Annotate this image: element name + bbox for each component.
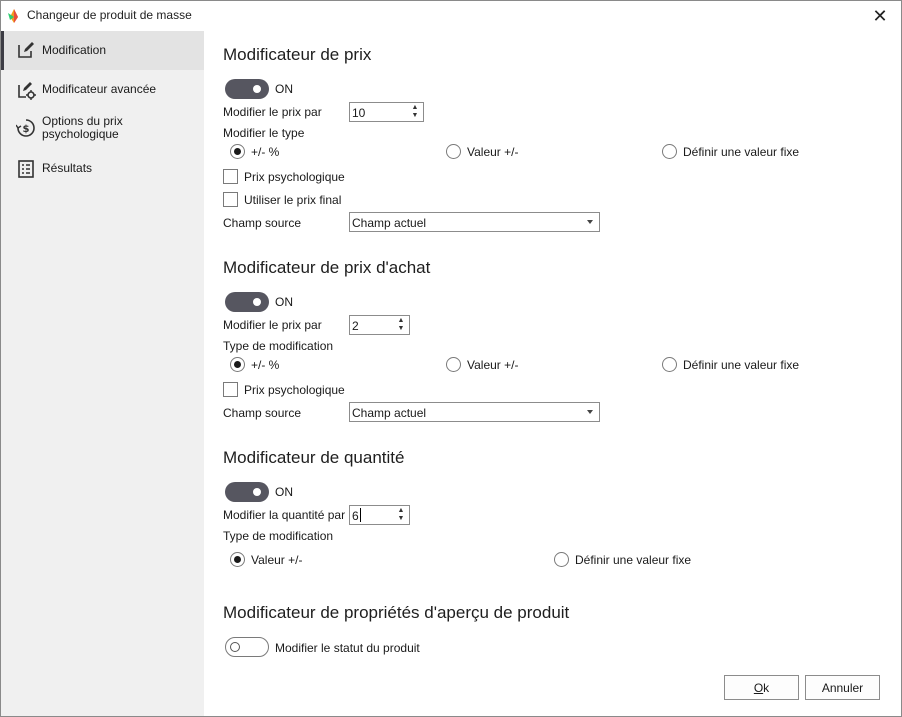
results-icon: [18, 160, 34, 178]
purchase-modify-by-label: Modifier le prix par: [223, 318, 322, 332]
price-modify-by-stepper[interactable]: 10 ▲ ▼: [349, 102, 424, 122]
sidebar-item-advanced-modifier[interactable]: Modificateur avancée: [1, 75, 204, 103]
sidebar: Modification Modificateur avancée $ Opti…: [1, 31, 204, 716]
quantity-toggle[interactable]: [225, 482, 269, 502]
checkbox-label: Prix psychologique: [244, 169, 345, 184]
price-modify-by-label: Modifier le prix par: [223, 105, 322, 119]
price-radio-percent[interactable]: +/- %: [230, 144, 279, 159]
price-radio-fixed[interactable]: Définir une valeur fixe: [662, 144, 799, 159]
radio-label: Définir une valeur fixe: [683, 144, 800, 159]
close-button[interactable]: ✕: [865, 4, 895, 28]
radio-label: Valeur +/-: [467, 144, 519, 159]
advanced-edit-icon: [18, 82, 36, 100]
price-toggle-label: ON: [275, 82, 293, 96]
quantity-type-label: Type de modification: [223, 529, 334, 543]
svg-text:$: $: [23, 124, 30, 135]
title-bar: Changeur de produit de masse ✕: [1, 1, 901, 31]
purchase-radio-fixed[interactable]: Définir une valeur fixe: [662, 357, 799, 372]
section-title-price: Modificateur de prix: [223, 45, 372, 64]
window-title: Changeur de produit de masse: [27, 8, 192, 22]
section-title-quantity: Modificateur de quantité: [223, 448, 405, 467]
toggle-knob: [253, 488, 261, 496]
product-status-toggle-label: Modifier le statut du produit: [275, 641, 420, 655]
purchase-source-label: Champ source: [223, 406, 302, 420]
quantity-modify-by-stepper[interactable]: 6 ▲ ▼: [349, 505, 410, 525]
sidebar-item-label: Modification: [42, 43, 107, 57]
select-value: Champ actuel: [352, 216, 427, 230]
purchase-psych-checkbox[interactable]: Prix psychologique: [223, 382, 345, 397]
chevron-down-icon: [587, 220, 593, 224]
toggle-knob: [230, 642, 240, 652]
toggle-knob: [253, 85, 261, 93]
purchase-radio-value[interactable]: Valeur +/-: [446, 357, 518, 372]
sidebar-item-label: Résultats: [42, 161, 93, 175]
ok-mnemonic: O: [753, 680, 764, 695]
price-type-label: Modifier le type: [223, 126, 305, 140]
toggle-knob: [253, 298, 261, 306]
price-toggle[interactable]: [225, 79, 269, 99]
stepper-value: 2: [352, 319, 359, 333]
section-title-preview: Modificateur de propriétés d'aperçu de p…: [223, 603, 570, 622]
price-options-icon: $: [16, 119, 35, 137]
sidebar-item-modification[interactable]: Modification: [1, 31, 204, 70]
sidebar-item-label: Options du prix psychologique: [42, 114, 123, 141]
stepper-value: 6: [352, 509, 359, 523]
stepper-arrows[interactable]: ▲ ▼: [395, 317, 407, 333]
quantity-radio-fixed[interactable]: Définir une valeur fixe: [554, 552, 691, 567]
price-radio-value[interactable]: Valeur +/-: [446, 144, 518, 159]
sidebar-item-label: Modificateur avancée: [42, 82, 157, 96]
cancel-button[interactable]: Annuler: [805, 675, 880, 700]
product-status-toggle[interactable]: [225, 637, 269, 657]
radio-label: Valeur +/-: [467, 357, 519, 372]
purchase-radio-percent[interactable]: +/- %: [230, 357, 279, 372]
purchase-toggle-label: ON: [275, 295, 293, 309]
radio-label: +/- %: [251, 357, 280, 372]
quantity-modify-by-label: Modifier la quantité par: [223, 508, 346, 522]
section-title-purchase: Modificateur de prix d'achat: [223, 258, 431, 277]
ok-label-rest: k: [763, 680, 770, 695]
price-source-select[interactable]: Champ actuel: [349, 212, 600, 232]
stepper-value: 10: [352, 106, 366, 120]
chevron-down-icon: [587, 410, 593, 414]
radio-label: Valeur +/-: [251, 552, 303, 567]
app-logo-icon: [8, 9, 18, 23]
price-psych-checkbox[interactable]: Prix psychologique: [223, 169, 345, 184]
checkbox-label: Prix psychologique: [244, 382, 345, 397]
sidebar-item-results[interactable]: Résultats: [1, 155, 204, 181]
cancel-label: Annuler: [821, 680, 864, 695]
ok-button[interactable]: Ok: [724, 675, 799, 700]
quantity-toggle-label: ON: [275, 485, 293, 499]
radio-label: Définir une valeur fixe: [683, 357, 800, 372]
purchase-toggle[interactable]: [225, 292, 269, 312]
purchase-modify-by-stepper[interactable]: 2 ▲ ▼: [349, 315, 410, 335]
select-value: Champ actuel: [352, 406, 427, 420]
checkbox-label: Utiliser le prix final: [244, 192, 342, 207]
price-source-label: Champ source: [223, 216, 302, 230]
text-cursor: [360, 508, 361, 522]
radio-label: Définir une valeur fixe: [575, 552, 692, 567]
stepper-arrows[interactable]: ▲ ▼: [395, 507, 407, 523]
purchase-source-select[interactable]: Champ actuel: [349, 402, 600, 422]
edit-icon: [18, 42, 34, 58]
quantity-radio-value[interactable]: Valeur +/-: [230, 552, 302, 567]
close-icon: ✕: [872, 5, 888, 26]
purchase-type-label: Type de modification: [223, 339, 334, 353]
radio-label: +/- %: [251, 144, 280, 159]
price-final-checkbox[interactable]: Utiliser le prix final: [223, 192, 341, 207]
sidebar-item-psychological-price[interactable]: $ Options du prix psychologique: [1, 111, 204, 147]
stepper-arrows[interactable]: ▲ ▼: [409, 104, 421, 120]
dialog-window: Changeur de produit de masse ✕ Modificat…: [0, 0, 902, 717]
